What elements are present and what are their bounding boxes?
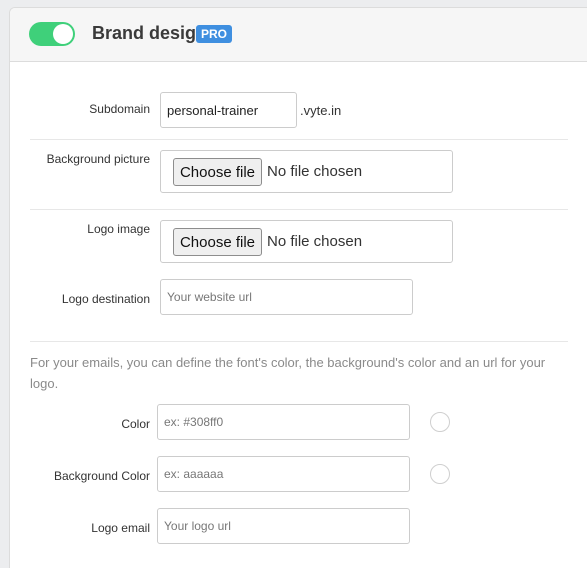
color-input[interactable] [157,404,410,440]
subdomain-suffix: .vyte.in [300,103,342,118]
divider [30,209,568,210]
logo-email-input[interactable] [157,508,410,544]
background-color-swatch[interactable] [430,464,450,484]
logo-image-file-input: Choose file No file chosen [160,220,453,263]
background-picture-file-input: Choose file No file chosen [160,150,453,193]
background-picture-label: Background picture [46,152,150,166]
email-branding-info: For your emails, you can define the font… [30,355,546,391]
toggle-knob [53,24,73,44]
logo-destination-input[interactable] [160,279,413,315]
logo-image-choose-file-button[interactable]: Choose file [173,228,262,256]
pro-badge: PRO [196,25,233,43]
panel-header: Brand design PRO [10,8,587,62]
divider [30,139,568,140]
brand-design-panel: Brand design PRO Subdomain .vyte.in Back… [9,7,587,568]
color-label: Color [121,417,150,431]
logo-image-label: Logo image [87,222,150,236]
panel-title: Brand design [92,23,208,43]
logo-image-file-status: No file chosen [267,233,363,250]
background-picture-file-status: No file chosen [267,163,363,180]
subdomain-label: Subdomain [89,102,150,116]
subdomain-input[interactable] [160,92,297,128]
background-picture-choose-file-button[interactable]: Choose file [173,158,262,186]
divider [30,341,568,342]
color-swatch[interactable] [430,412,450,432]
brand-design-toggle[interactable] [29,22,75,46]
background-color-input[interactable] [157,456,410,492]
background-color-label: Background Color [53,469,150,483]
logo-email-label: Logo email [91,521,150,535]
logo-destination-label: Logo destination [61,292,150,306]
